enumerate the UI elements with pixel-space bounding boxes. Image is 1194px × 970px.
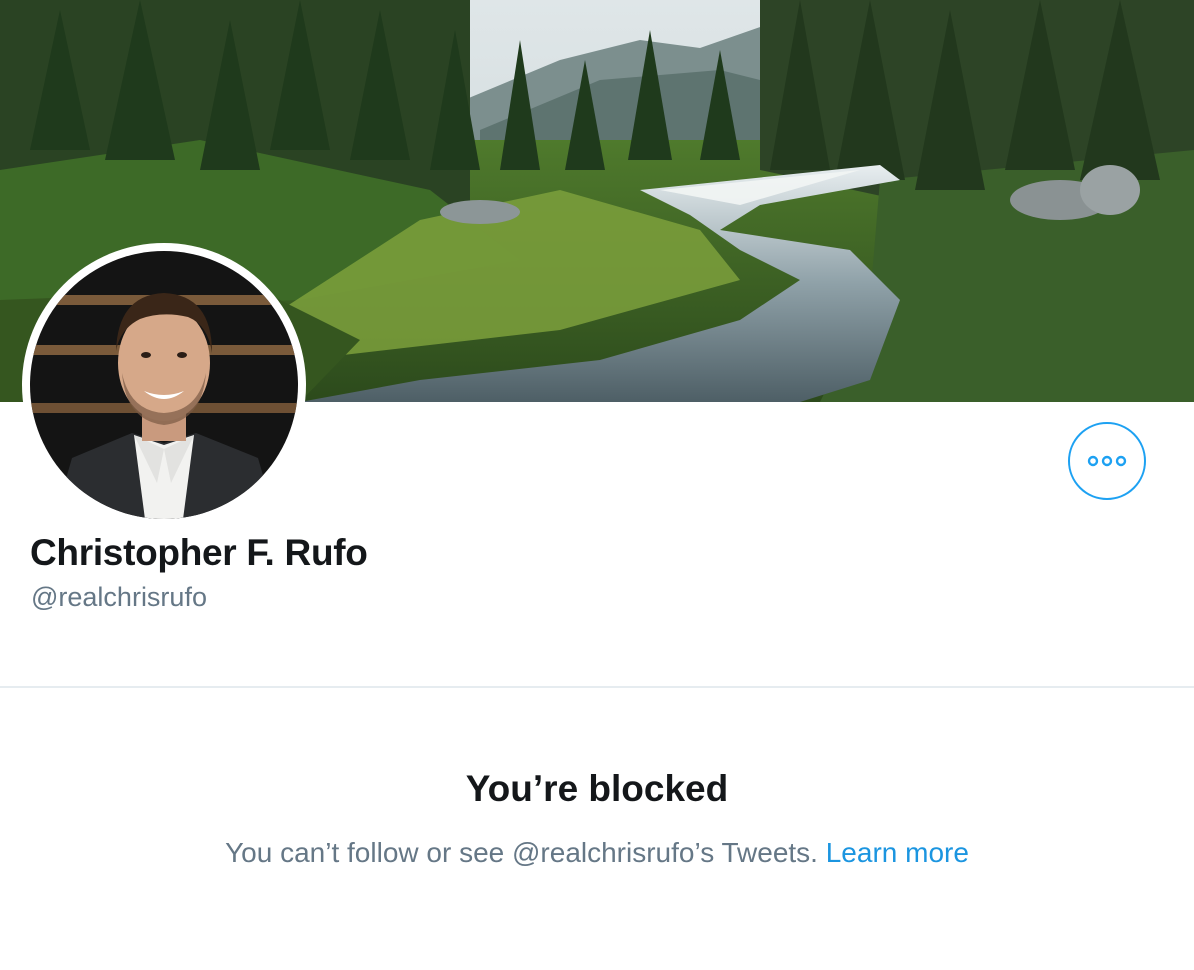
more-options-button[interactable] bbox=[1068, 422, 1146, 500]
divider bbox=[0, 686, 1194, 688]
profile-handle: @realchrisrufo bbox=[31, 582, 207, 612]
blocked-title: You’re blocked bbox=[465, 768, 729, 809]
blocked-message-container: You can’t follow or see @realchrisrufo’s… bbox=[0, 837, 1194, 869]
profile-avatar[interactable] bbox=[22, 243, 306, 527]
ellipsis-icon bbox=[1087, 455, 1127, 467]
learn-more-link[interactable]: Learn more bbox=[826, 837, 969, 868]
avatar-image bbox=[30, 251, 298, 519]
profile-name: Christopher F. Rufo bbox=[30, 532, 368, 573]
blocked-message: You can’t follow or see @realchrisrufo’s… bbox=[225, 837, 818, 868]
